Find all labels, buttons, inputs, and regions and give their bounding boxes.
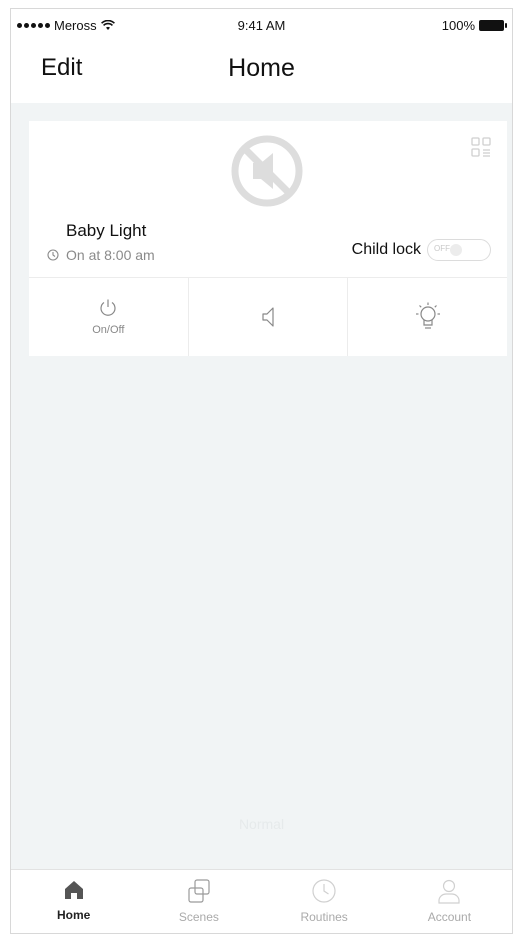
home-icon bbox=[64, 881, 83, 899]
tab-scenes-label: Scenes bbox=[178, 910, 219, 924]
child-lock: Child lock OFF bbox=[352, 239, 491, 261]
watermark-text: Normal bbox=[238, 816, 285, 832]
schedule-text: On at 8:00 am bbox=[66, 247, 155, 263]
tab-bar: Home Scenes Routines Account bbox=[11, 869, 512, 933]
speaker-button[interactable] bbox=[187, 278, 348, 356]
tab-routines[interactable]: Routines bbox=[262, 870, 387, 933]
device-card[interactable]: Baby Light On at 8:00 am Child lock OFF bbox=[29, 121, 507, 356]
clock-icon bbox=[312, 879, 336, 903]
battery-icon bbox=[479, 20, 507, 31]
device-list: Baby Light On at 8:00 am Child lock OFF bbox=[11, 103, 512, 869]
tab-home[interactable]: Home bbox=[11, 870, 136, 933]
grid-icon[interactable] bbox=[471, 137, 491, 157]
edit-button[interactable]: Edit bbox=[41, 54, 82, 82]
status-bar: Meross 9:41 AM 100% bbox=[11, 9, 512, 41]
speaker-icon bbox=[262, 307, 274, 327]
schedule-info: On at 8:00 am bbox=[47, 247, 155, 263]
page-title: Home bbox=[228, 54, 295, 82]
speaker-muted-icon bbox=[231, 135, 303, 207]
light-bulb-icon bbox=[415, 302, 440, 329]
tab-scenes[interactable]: Scenes bbox=[136, 870, 261, 933]
device-name: Baby Light bbox=[66, 221, 147, 240]
tab-account-label: Account bbox=[427, 910, 472, 924]
device-actions: On/Off bbox=[29, 278, 507, 356]
timer-icon bbox=[47, 249, 59, 261]
phone-screen: Meross 9:41 AM 100% Edit Home Baby Light… bbox=[10, 8, 513, 934]
toggle-state-text: OFF bbox=[434, 244, 450, 253]
battery-percent: 100% bbox=[441, 18, 475, 33]
scenes-icon bbox=[188, 879, 210, 903]
tab-account[interactable]: Account bbox=[387, 870, 512, 933]
tab-routines-label: Routines bbox=[300, 910, 348, 924]
power-icon bbox=[100, 299, 116, 316]
person-icon bbox=[438, 879, 460, 904]
tab-home-label: Home bbox=[56, 908, 91, 922]
status-time: 9:41 AM bbox=[237, 18, 286, 33]
child-lock-label: Child lock bbox=[351, 241, 421, 258]
light-button[interactable] bbox=[347, 278, 507, 356]
status-right: 100% bbox=[441, 18, 507, 33]
power-button-label: On/Off bbox=[92, 324, 125, 336]
device-card-top: Baby Light On at 8:00 am Child lock OFF bbox=[29, 121, 507, 278]
header: Edit Home bbox=[11, 41, 512, 103]
power-button[interactable]: On/Off bbox=[29, 278, 188, 356]
child-lock-toggle[interactable]: OFF bbox=[427, 239, 491, 261]
